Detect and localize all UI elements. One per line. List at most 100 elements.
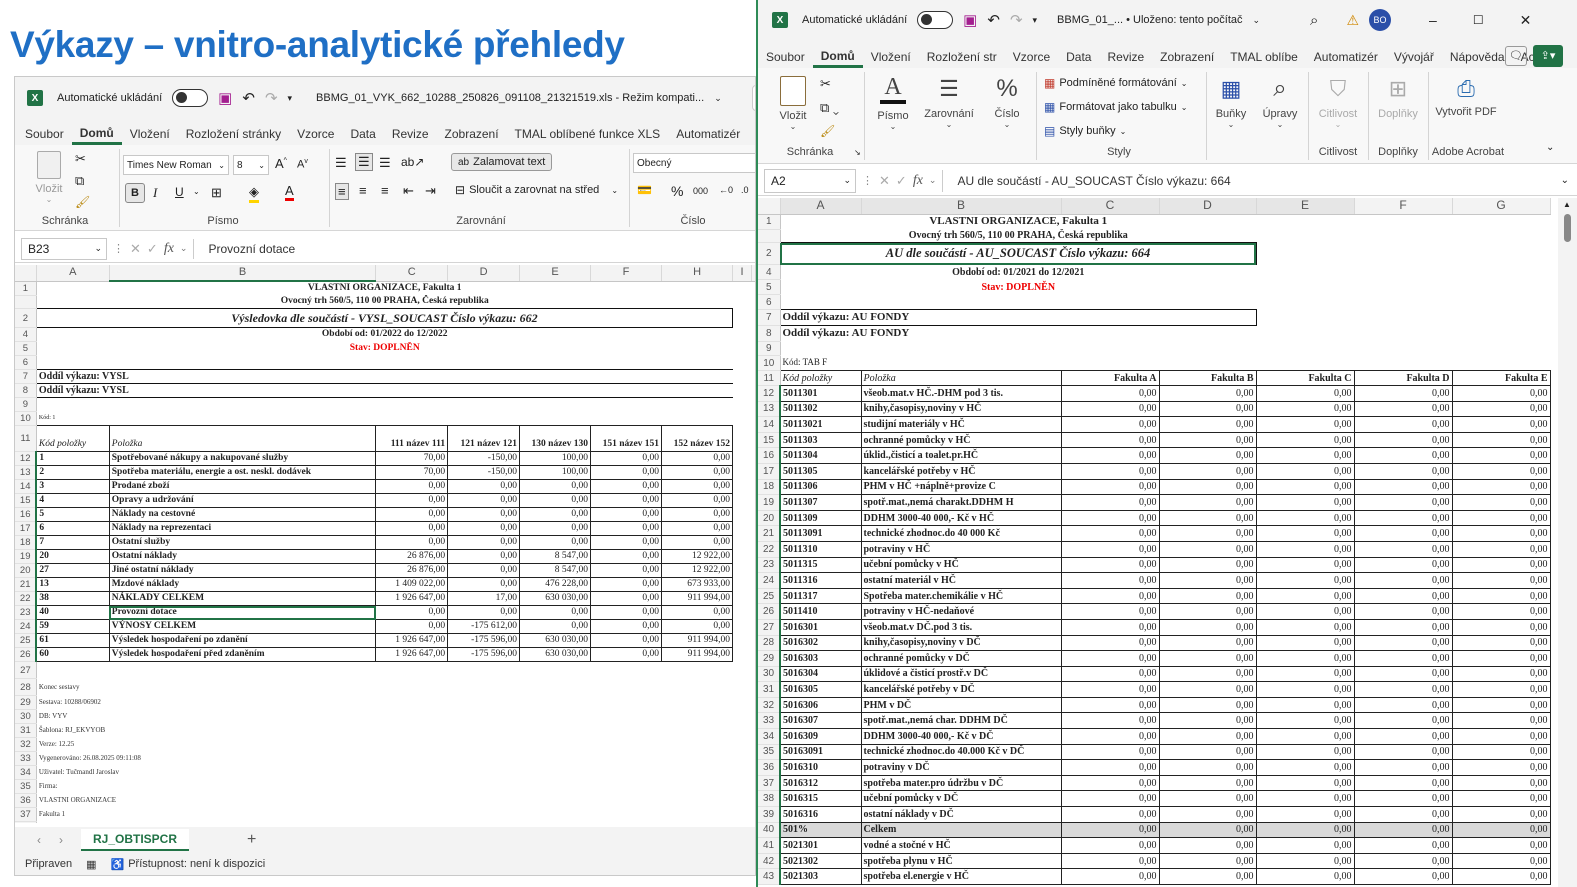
vertical-scrollbar[interactable]: ▲ (1558, 198, 1577, 887)
cell-value[interactable]: 0,00 (1158, 852, 1257, 870)
cell-value[interactable]: 0,00 (1255, 525, 1355, 542)
row-header[interactable]: 17 (758, 463, 781, 480)
item-code[interactable]: 5021303 (779, 868, 862, 885)
row-header[interactable]: 14 (15, 479, 37, 494)
cell-value[interactable]: 0,00 (1255, 416, 1355, 433)
orientation-icon[interactable]: ab↗ (401, 155, 424, 169)
cell-value[interactable]: 0,00 (1255, 681, 1355, 698)
cell-value[interactable]: 0,00 (1060, 837, 1160, 854)
item-name[interactable]: všeob.mat.v HČ.-DHM pod 3 tis. (860, 385, 1062, 402)
column-title[interactable]: Fakulta C (1255, 370, 1355, 386)
formula-content[interactable]: Provozní dotace (200, 242, 295, 256)
empty-cell[interactable] (1354, 326, 1452, 342)
cell-value[interactable]: -175 612,00 (447, 619, 520, 634)
row-header[interactable]: 10 (15, 411, 37, 426)
copy-icon[interactable]: ⧉ ⌄ (820, 100, 839, 116)
row-header[interactable]: 31 (15, 723, 37, 738)
item-name[interactable]: Výsledek hospodaření po zdanění (108, 633, 377, 648)
column-header[interactable]: C (375, 265, 449, 282)
cell-value[interactable]: 0,00 (1158, 462, 1257, 480)
font-grow-icon[interactable]: A^ (275, 156, 287, 171)
row-header[interactable]: 6 (15, 355, 37, 370)
row-header[interactable]: 29 (15, 695, 37, 710)
cell-value[interactable]: 0,00 (447, 549, 520, 564)
enter-icon[interactable]: ✓ (896, 173, 907, 189)
row-header[interactable]: 30 (15, 709, 37, 724)
scroll-thumb[interactable] (1564, 214, 1571, 242)
cell-value[interactable]: 0,00 (1060, 759, 1160, 776)
cell-value[interactable]: 0,00 (1353, 868, 1453, 885)
cell-value[interactable]: 0,00 (1060, 634, 1160, 652)
cell-value[interactable]: 0,00 (1451, 478, 1551, 496)
cell-value[interactable]: 911 994,00 (661, 591, 734, 606)
align-bottom-icon[interactable]: ☰ (379, 155, 391, 171)
item-name[interactable]: učební pomůcky v HČ (860, 556, 1062, 574)
column-header[interactable]: C (1061, 198, 1160, 215)
cell-value[interactable]: 0,00 (1158, 650, 1257, 667)
footer-text[interactable]: DB: VYV (36, 710, 732, 724)
empty-cell[interactable] (1452, 310, 1550, 326)
row-header[interactable]: 33 (15, 751, 37, 766)
row-header[interactable]: 27 (758, 619, 781, 636)
item-code[interactable]: 5011305 (779, 462, 862, 480)
empty-cell[interactable] (1354, 280, 1452, 295)
item-name[interactable]: PHM v DČ (860, 696, 1062, 714)
item-name[interactable]: Ostatní náklady (108, 549, 377, 564)
row-header[interactable]: 9 (15, 397, 37, 412)
item-name[interactable]: Náklady na cestovné (108, 507, 377, 522)
cell-value[interactable]: 0,00 (1158, 696, 1257, 714)
row-header[interactable]: 34 (758, 728, 781, 745)
merge-center-button[interactable]: ⊟ Sloučit a zarovnat na střed ⌄ (455, 183, 618, 197)
cell-value[interactable]: 0,00 (1060, 478, 1160, 496)
item-code[interactable]: 5016302 (779, 634, 862, 652)
cell-value[interactable]: 0,00 (1060, 540, 1160, 558)
cell-value[interactable]: 0,00 (447, 605, 520, 620)
row-header[interactable]: 8 (758, 325, 781, 342)
cut-icon[interactable]: ✂ (75, 151, 86, 167)
cell-value[interactable]: -175 596,00 (447, 633, 520, 648)
cell-value[interactable]: 0,00 (1353, 431, 1453, 449)
row-header[interactable]: 8 (15, 383, 37, 398)
cell-value[interactable]: 0,00 (1353, 790, 1453, 808)
cell-value[interactable]: 0,00 (1451, 759, 1551, 776)
cell-value[interactable]: 0,00 (447, 521, 520, 536)
chevron-down-icon[interactable]: ⌄ (193, 187, 200, 196)
cell-value[interactable]: 0,00 (1060, 447, 1160, 464)
row-header[interactable]: 32 (758, 697, 781, 714)
cell-value[interactable]: 70,00 (375, 465, 449, 480)
cell-value[interactable]: 0,00 (1060, 696, 1160, 714)
cell-value[interactable]: 0,00 (590, 591, 663, 606)
cell-value[interactable]: 0,00 (1255, 696, 1355, 714)
row-header[interactable]: 21 (15, 577, 37, 592)
cell-value[interactable]: 0,00 (1255, 774, 1355, 792)
cell-value[interactable]: 0,00 (1158, 681, 1257, 698)
cell-value[interactable]: 0,00 (1451, 556, 1551, 574)
item-name[interactable]: knihy,časopisy,noviny v DČ (860, 634, 1062, 652)
cell-value[interactable]: 0,00 (1158, 416, 1257, 433)
cell-value[interactable]: 0,00 (1451, 868, 1551, 885)
ribbon-tab[interactable]: Automatizér (668, 127, 748, 145)
column-header[interactable]: B (861, 198, 1062, 215)
section-label[interactable]: Oddíl výkazu: VYSL (36, 383, 733, 398)
chevron-down-icon[interactable]: ⌄ (714, 93, 722, 104)
item-name[interactable]: ochranné pomůcky v HČ (860, 431, 1062, 449)
item-name[interactable]: NÁKLADY CELKEM (108, 591, 377, 606)
cell-value[interactable]: 0,00 (1353, 759, 1453, 776)
cell-value[interactable]: 0,00 (1158, 587, 1257, 605)
row-header[interactable]: 15 (758, 432, 781, 449)
cell-value[interactable]: 0,00 (661, 535, 734, 550)
cell-value[interactable]: 0,00 (1255, 806, 1355, 823)
cell-value[interactable]: 0,00 (447, 535, 520, 550)
column-header[interactable]: A (780, 198, 862, 215)
empty-cell[interactable] (780, 295, 1256, 310)
cell-value[interactable]: 0,00 (1060, 509, 1160, 527)
font-color-icon[interactable]: A (285, 183, 294, 201)
item-name[interactable]: kancelářské potřeby v DČ (860, 681, 1062, 698)
cell-value[interactable]: 0,00 (1060, 462, 1160, 480)
section-label[interactable]: Oddíl výkazu: AU FONDY (779, 309, 1257, 326)
row-header[interactable]: 1 (15, 281, 37, 296)
minimize-icon[interactable]: – (1429, 12, 1437, 28)
row-header[interactable]: 22 (758, 541, 781, 558)
cell-value[interactable]: 1 409 022,00 (375, 577, 449, 592)
cell-value[interactable]: 0,00 (590, 563, 663, 578)
